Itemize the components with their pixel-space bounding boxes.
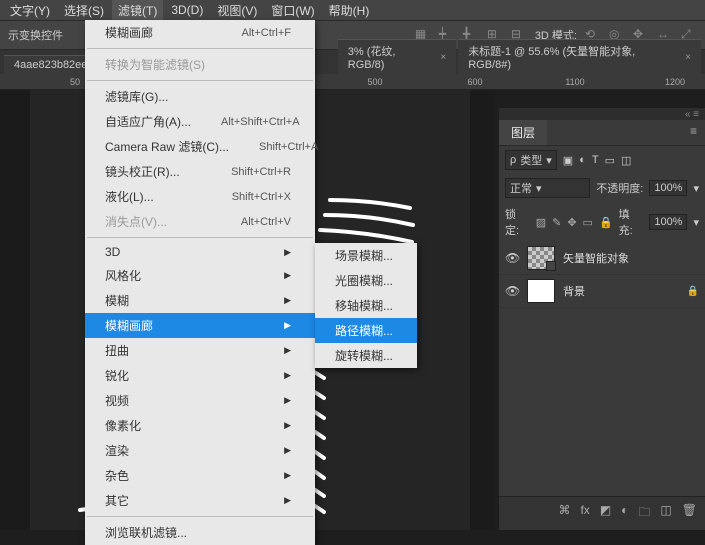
trash-icon[interactable]: 🗑 — [682, 503, 697, 524]
submenu-spin-blur[interactable]: 旋转模糊... — [315, 343, 417, 368]
panel-collapse-bar[interactable]: « ≡ — [499, 108, 705, 120]
menu-filter[interactable]: 滤镜(T) — [112, 0, 163, 21]
lock-artboard-icon[interactable]: ▭ — [583, 216, 593, 229]
layer-row[interactable]: 👁 矢量智能对象 — [499, 242, 705, 275]
menu-item-vanishing-point[interactable]: 消失点(V)...Alt+Ctrl+V — [85, 209, 315, 234]
close-icon[interactable]: × — [440, 52, 446, 63]
close-icon[interactable]: × — [685, 52, 691, 63]
lock-transparent-icon[interactable]: ▨ — [536, 216, 546, 229]
menu-cat-distort[interactable]: 扭曲▶ — [85, 338, 315, 363]
layer-row[interactable]: 👁 背景 🔒 — [499, 275, 705, 308]
main-menubar: 文字(Y) 选择(S) 滤镜(T) 3D(D) 视图(V) 窗口(W) 帮助(H… — [0, 0, 705, 20]
link-layers-icon[interactable]: ⌘ — [558, 503, 570, 524]
menu-cat-noise[interactable]: 杂色▶ — [85, 463, 315, 488]
transform-controls-label: 示变换控件 — [8, 27, 63, 43]
menu-item-last-filter[interactable]: 模糊画廊Alt+Ctrl+F — [85, 20, 315, 45]
visibility-eye-icon[interactable]: 👁 — [505, 284, 519, 298]
chevron-down-icon[interactable]: ▾ — [693, 182, 699, 195]
menu-cat-stylize[interactable]: 风格化▶ — [85, 263, 315, 288]
submenu-path-blur[interactable]: 路径模糊... — [315, 318, 417, 343]
layer-name[interactable]: 背景 — [563, 283, 679, 299]
layer-thumbnail[interactable] — [527, 246, 555, 270]
menu-help[interactable]: 帮助(H) — [323, 0, 376, 21]
menu-3d[interactable]: 3D(D) — [165, 1, 209, 19]
menu-item-browse-online[interactable]: 浏览联机滤镜... — [85, 520, 315, 545]
layers-list: 👁 矢量智能对象 👁 背景 🔒 — [499, 242, 705, 496]
blend-mode-select[interactable]: 正常 ▾ — [505, 178, 590, 198]
menu-window[interactable]: 窗口(W) — [265, 0, 320, 21]
menu-cat-blur[interactable]: 模糊▶ — [85, 288, 315, 313]
fill-label: 填充: — [619, 206, 644, 238]
filter-adjust-icon[interactable]: ◐ — [579, 154, 586, 166]
chevron-down-icon: ▾ — [536, 182, 542, 195]
menu-view[interactable]: 视图(V) — [211, 0, 263, 21]
visibility-eye-icon[interactable]: 👁 — [505, 251, 519, 265]
lock-brush-icon[interactable]: ✎ — [552, 216, 561, 229]
smart-object-badge-icon — [546, 261, 556, 271]
menu-select[interactable]: 选择(S) — [58, 0, 110, 21]
blur-gallery-submenu: 场景模糊... 光圈模糊... 移轴模糊... 路径模糊... 旋转模糊... — [315, 243, 417, 368]
menu-cat-sharpen[interactable]: 锐化▶ — [85, 363, 315, 388]
layers-panel: 图层 ≡ ρ 类型 ▾ ▣ ◐ T ▭ ◫ 正常 ▾ 不透明度: 100% ▾ … — [499, 120, 705, 530]
panel-menu-icon[interactable]: ≡ — [682, 120, 705, 142]
layers-panel-footer: ⌘ fx ◩ ◐ 🗀 ◫ 🗑 — [499, 496, 705, 530]
layer-thumbnail[interactable] — [527, 279, 555, 303]
document-tab[interactable]: 未标题-1 @ 55.6% (矢量智能对象, RGB/8#) × — [458, 39, 701, 74]
submenu-field-blur[interactable]: 场景模糊... — [315, 243, 417, 268]
menu-item-filter-gallery[interactable]: 滤镜库(G)... — [85, 84, 315, 109]
menu-cat-other[interactable]: 其它▶ — [85, 488, 315, 513]
document-tab[interactable]: 3% (花纹, RGB/8) × — [338, 39, 456, 74]
filter-type-icon[interactable]: T — [592, 154, 599, 166]
filter-pixel-icon[interactable]: ▣ — [563, 154, 573, 167]
layer-fx-icon[interactable]: fx — [580, 503, 589, 524]
filter-menu-dropdown: 模糊画廊Alt+Ctrl+F 转换为智能滤镜(S) 滤镜库(G)... 自适应广… — [85, 20, 315, 545]
menu-cat-video[interactable]: 视频▶ — [85, 388, 315, 413]
menu-cat-render[interactable]: 渲染▶ — [85, 438, 315, 463]
submenu-iris-blur[interactable]: 光圈模糊... — [315, 268, 417, 293]
menu-cat-3d[interactable]: 3D▶ — [85, 241, 315, 263]
lock-all-icon[interactable]: 🔒 — [599, 216, 613, 229]
submenu-tilt-shift[interactable]: 移轴模糊... — [315, 293, 417, 318]
opacity-value[interactable]: 100% — [649, 180, 687, 196]
tab-title: 未标题-1 @ 55.6% (矢量智能对象, RGB/8#) — [468, 43, 679, 71]
menu-item-camera-raw[interactable]: Camera Raw 滤镜(C)...Shift+Ctrl+A — [85, 134, 315, 159]
menu-text[interactable]: 文字(Y) — [4, 0, 56, 21]
layer-filter-kind[interactable]: ρ 类型 ▾ — [505, 150, 557, 170]
menu-cat-blur-gallery[interactable]: 模糊画廊▶ — [85, 313, 315, 338]
menu-item-adaptive-wide[interactable]: 自适应广角(A)...Alt+Shift+Ctrl+A — [85, 109, 315, 134]
layer-mask-icon[interactable]: ◩ — [600, 503, 611, 524]
lock-label: 锁定: — [505, 206, 530, 238]
layer-name[interactable]: 矢量智能对象 — [563, 250, 699, 266]
layers-panel-tab[interactable]: 图层 — [499, 120, 547, 145]
new-layer-icon[interactable]: ◫ — [660, 503, 671, 524]
tab-title: 3% (花纹, RGB/8) — [348, 43, 435, 71]
chevron-down-icon: ▾ — [546, 154, 552, 167]
chevron-down-icon[interactable]: ▾ — [693, 216, 699, 229]
opacity-label: 不透明度: — [596, 180, 643, 196]
lock-move-icon[interactable]: ✥ — [567, 216, 576, 229]
menu-item-lens-correction[interactable]: 镜头校正(R)...Shift+Ctrl+R — [85, 159, 315, 184]
lock-icon: 🔒 — [687, 286, 699, 297]
group-icon[interactable]: 🗀 — [638, 503, 650, 524]
filter-shape-icon[interactable]: ▭ — [605, 154, 615, 167]
menu-item-liquify[interactable]: 液化(L)...Shift+Ctrl+X — [85, 184, 315, 209]
menu-item-convert-smart[interactable]: 转换为智能滤镜(S) — [85, 52, 315, 77]
filter-smart-icon[interactable]: ◫ — [621, 154, 631, 167]
fill-value[interactable]: 100% — [649, 214, 687, 230]
menu-cat-pixelate[interactable]: 像素化▶ — [85, 413, 315, 438]
adjustment-layer-icon[interactable]: ◐ — [621, 503, 628, 524]
